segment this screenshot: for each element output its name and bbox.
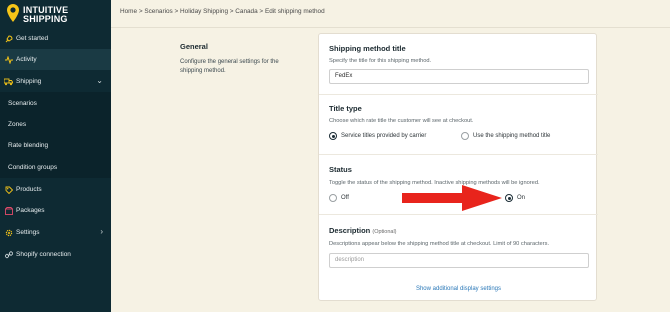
- sidebar-item-label: Scenarios: [8, 100, 37, 107]
- brand-name-line2: SHIPPING: [23, 14, 68, 24]
- title-type-block: Title type Choose which rate title the c…: [319, 94, 598, 154]
- gear-icon: [4, 228, 13, 237]
- show-additional-settings-link[interactable]: Show additional display settings: [319, 286, 598, 292]
- title-type-help: Choose which rate title the customer wil…: [329, 118, 474, 124]
- description-heading: Description (Optional): [329, 226, 397, 235]
- sidebar-item-rate-blending[interactable]: Rate blending: [0, 135, 111, 156]
- general-section-description: Configure the general settings for the s…: [180, 59, 279, 74]
- description-block: Description (Optional) Descriptions appe…: [319, 214, 598, 302]
- sidebar-item-label: Zones: [8, 121, 27, 128]
- sidebar-item-products[interactable]: Products: [0, 179, 111, 200]
- settings-card: Shipping method title Specify the title …: [318, 33, 598, 302]
- optional-label: (Optional): [372, 229, 397, 235]
- radio-carrier-titles[interactable]: Service titles provided by carrier: [329, 132, 426, 140]
- sidebar-item-settings[interactable]: Settings ›: [0, 222, 111, 243]
- sidebar-item-shipping[interactable]: Shipping ⌄: [0, 71, 111, 92]
- radio-dot: [329, 194, 337, 202]
- sidebar-item-label: Rate blending: [8, 142, 49, 149]
- breadcrumb[interactable]: Home > Scenarios > Holiday Shipping > Ca…: [120, 8, 325, 15]
- radio-label: Off: [341, 195, 349, 201]
- sidebar-item-scenarios[interactable]: Scenarios: [0, 93, 111, 114]
- title-type-heading: Title type: [329, 104, 362, 113]
- link-icon: [4, 250, 13, 259]
- method-title-input[interactable]: FedEx: [329, 69, 589, 84]
- header-divider: [111, 27, 670, 28]
- activity-icon: [4, 55, 13, 64]
- sidebar: INTUITIVE SHIPPING Get started Activity …: [0, 0, 111, 312]
- tag-icon: [4, 185, 13, 194]
- truck-icon: [4, 77, 13, 86]
- sidebar-item-label: Shipping: [16, 78, 42, 85]
- radio-status-off[interactable]: Off: [329, 194, 349, 202]
- method-title-heading: Shipping method title: [329, 44, 406, 53]
- radio-dot: [329, 132, 337, 140]
- description-help: Descriptions appear below the shipping m…: [329, 241, 550, 247]
- radio-method-title[interactable]: Use the shipping method title: [461, 132, 550, 140]
- sidebar-item-shopify-connection[interactable]: Shopify connection: [0, 244, 111, 265]
- map-pin-icon: [7, 4, 19, 22]
- sidebar-item-condition-groups[interactable]: Condition groups: [0, 157, 111, 178]
- description-input[interactable]: description: [329, 253, 589, 268]
- method-title-block: Shipping method title Specify the title …: [319, 34, 598, 94]
- sidebar-item-label: Products: [16, 186, 42, 193]
- chevron-right-icon: ›: [100, 227, 103, 236]
- sidebar-item-packages[interactable]: Packages: [0, 200, 111, 221]
- rocket-icon: [4, 34, 13, 43]
- general-section-title: General: [180, 42, 208, 51]
- sidebar-item-label: Condition groups: [8, 164, 58, 171]
- radio-label: On: [517, 195, 526, 201]
- method-title-help: Specify the title for this shipping meth…: [329, 58, 432, 64]
- sidebar-item-get-started[interactable]: Get started: [0, 28, 111, 49]
- chevron-down-icon: ⌄: [96, 76, 103, 85]
- sidebar-item-label: Shopify connection: [16, 251, 71, 258]
- sidebar-item-zones[interactable]: Zones: [0, 114, 111, 135]
- sidebar-item-label: Packages: [16, 207, 45, 214]
- radio-label: Service titles provided by carrier: [341, 133, 427, 139]
- app-logo[interactable]: INTUITIVE SHIPPING: [5, 3, 105, 25]
- radio-dot: [461, 132, 469, 140]
- sidebar-item-label: Get started: [16, 35, 49, 42]
- sidebar-item-label: Activity: [16, 56, 37, 63]
- sidebar-item-label: Settings: [16, 229, 40, 236]
- sidebar-item-activity[interactable]: Activity: [0, 49, 111, 70]
- package-icon: [4, 206, 13, 215]
- status-heading: Status: [329, 165, 352, 174]
- radio-label: Use the shipping method title: [473, 133, 551, 139]
- description-heading-text: Description: [329, 226, 371, 235]
- red-arrow-annotation: [402, 185, 502, 211]
